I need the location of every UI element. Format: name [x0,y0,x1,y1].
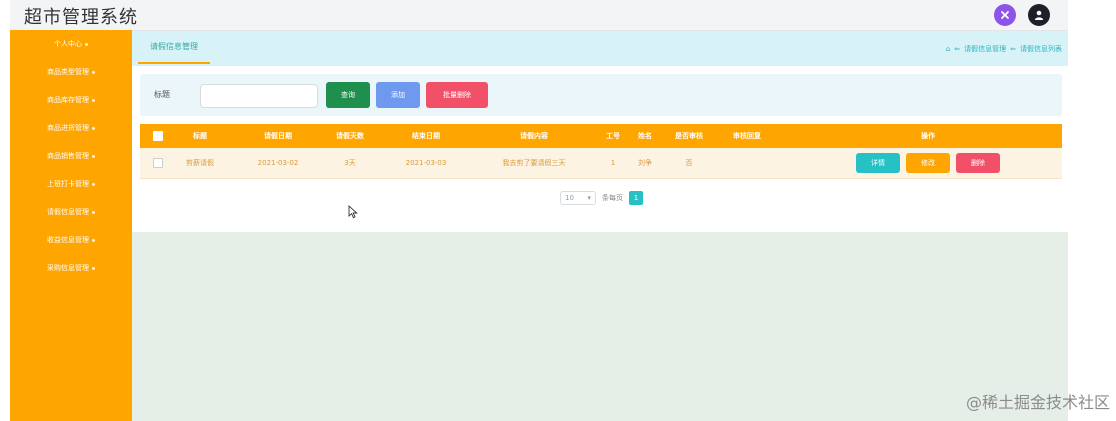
sidebar-item-revenue[interactable]: 收益信息管理 [10,226,132,254]
main-area: 请假信息管理 ⌂ ⇐ 请假信息管理 ⇐ 请假信息列表 标题 查询 添加 批量删除… [132,30,1068,421]
chevron-dot-icon [92,70,95,74]
breadcrumb-level1[interactable]: 请假信息管理 [964,32,1006,66]
column-header: 标题 [193,132,207,140]
sidebar-item-personal-center[interactable]: 个人中心 [10,30,132,58]
chevron-dot-icon [92,182,95,186]
search-title-label: 标题 [154,90,170,99]
column-header: 请假内容 [520,132,548,140]
chevron-dot-icon [85,42,88,46]
sidebar: 个人中心 商品类型管理 商品库存管理 商品进货管理 商品销售管理 上班打卡管理 … [10,30,132,421]
chevron-dot-icon [92,98,95,102]
cell-title: 剪薪请假 [186,159,214,167]
sidebar-item-inventory[interactable]: 商品库存管理 [10,86,132,114]
sidebar-item-leave[interactable]: 请假信息管理 [10,198,132,226]
sidebar-item-label: 请假信息管理 [47,208,89,216]
sidebar-item-label: 收益信息管理 [47,236,89,244]
close-circle-icon[interactable] [994,4,1016,26]
cell-days: 3天 [344,159,356,167]
sidebar-item-sales[interactable]: 商品销售管理 [10,142,132,170]
cell-job-no: 1 [610,159,616,167]
column-header: 审核回复 [733,132,761,140]
per-page-label: 条每页 [602,194,623,202]
table-header-row: 标题 请假日期 请假天数 结束日期 请假内容 工号 姓名 是否审核 审核回复 操… [140,124,1062,148]
detail-button[interactable]: 详情 [856,153,900,173]
cell-reply [720,148,774,178]
column-header: 请假日期 [264,132,292,140]
batch-delete-button[interactable]: 批量删除 [426,82,488,108]
breadcrumb: ⌂ ⇐ 请假信息管理 ⇐ 请假信息列表 [946,32,1062,66]
leave-table: 标题 请假日期 请假天数 结束日期 请假内容 工号 姓名 是否审核 审核回复 操… [140,124,1062,179]
select-all-checkbox[interactable] [150,124,166,148]
tabs-bar: 请假信息管理 ⌂ ⇐ 请假信息管理 ⇐ 请假信息列表 [132,32,1068,66]
chevron-dot-icon [92,154,95,158]
content-panel: 标题 查询 添加 批量删除 标题 请假日期 请假天数 结束日期 请假内容 工号 … [132,66,1068,232]
page-size-select[interactable]: 10 ▾ [560,191,596,205]
breadcrumb-separator: ⇐ [954,45,961,53]
sidebar-item-label: 商品库存管理 [47,96,89,104]
sidebar-item-label: 上班打卡管理 [47,180,89,188]
chevron-dot-icon [92,126,95,130]
row-checkbox[interactable] [150,148,166,178]
checkbox-icon [153,131,163,141]
delete-button[interactable]: 删除 [956,153,1000,173]
sidebar-item-procurement[interactable]: 采购信息管理 [10,254,132,282]
pagination: 10 ▾ 条每页 1 [560,190,643,206]
page-size-value: 10 [565,194,574,202]
add-button[interactable]: 添加 [376,82,420,108]
sidebar-item-label: 商品进货管理 [47,124,89,132]
sidebar-item-label: 个人中心 [54,40,82,48]
column-header: 操作 [921,132,935,140]
sidebar-item-product-type[interactable]: 商品类型管理 [10,58,132,86]
breadcrumb-level2: 请假信息列表 [1020,45,1062,53]
search-title-input[interactable] [200,84,318,108]
chevron-dot-icon [92,266,95,270]
cell-content: 我去剪了要请假三天 [502,159,566,167]
sidebar-item-label: 商品销售管理 [47,152,89,160]
cell-end-date: 2021-03-03 [405,159,447,167]
tab-leave-management[interactable]: 请假信息管理 [138,32,210,64]
breadcrumb-separator: ⇐ [1010,45,1016,53]
sidebar-item-label: 采购信息管理 [47,264,89,272]
home-icon[interactable]: ⌂ [946,32,950,66]
checkbox-icon [153,158,163,168]
sidebar-item-label: 商品类型管理 [47,68,89,76]
column-header: 工号 [606,132,620,140]
user-avatar-icon[interactable] [1028,4,1050,26]
watermark: @稀土掘金技术社区 [965,393,1110,412]
app-title: 超市管理系统 [24,7,138,28]
sidebar-item-clock-in[interactable]: 上班打卡管理 [10,170,132,198]
app-window: 超市管理系统 个人中心 商品类型管理 商品库存管理 商品进货管理 商品销售管理 … [10,0,1068,421]
cell-start-date: 2021-03-02 [257,159,299,167]
chevron-dot-icon [92,238,95,242]
column-header: 请假天数 [336,132,364,140]
query-button[interactable]: 查询 [326,82,370,108]
sidebar-item-purchase-in[interactable]: 商品进货管理 [10,114,132,142]
cell-name: 刘争 [638,159,652,167]
top-bar: 超市管理系统 [10,0,1068,31]
search-panel: 标题 查询 添加 批量删除 [140,74,1062,116]
cell-approved: 否 [685,159,693,167]
chevron-down-icon: ▾ [587,194,591,202]
edit-button[interactable]: 修改 [906,153,950,173]
chevron-dot-icon [92,210,95,214]
column-header: 姓名 [638,132,652,140]
column-header: 结束日期 [412,132,440,140]
column-header: 是否审核 [675,132,703,140]
table-row: 剪薪请假 2021-03-02 3天 2021-03-03 我去剪了要请假三天 … [140,148,1062,179]
mouse-cursor-icon [348,204,360,219]
page-number-button[interactable]: 1 [629,191,643,205]
